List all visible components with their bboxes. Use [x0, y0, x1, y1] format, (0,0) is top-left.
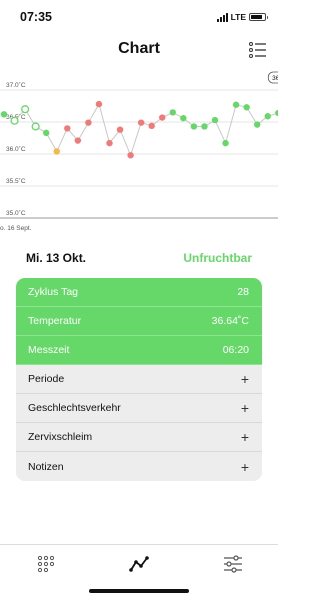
info-label: Zyklus Tag: [28, 286, 78, 298]
data-point: [180, 114, 187, 122]
data-point: [43, 129, 50, 137]
selected-day-summary: Mi. 13 Okt. Unfruchtbar: [26, 251, 252, 265]
info-row-measure-time: Messzeit 06:20: [16, 336, 262, 365]
data-point: [169, 109, 176, 116]
entry-label: Periode: [28, 373, 65, 385]
network-label: LTE: [230, 12, 246, 22]
selected-date: Mi. 13 Okt.: [26, 251, 87, 265]
data-point: [148, 122, 155, 130]
data-point: [275, 109, 278, 117]
add-icon[interactable]: +: [241, 372, 249, 386]
day-details-card: Zyklus Tag 28 Temperatur 36.64˚C Messzei…: [16, 278, 262, 481]
data-point: [74, 137, 82, 144]
y-tick-label: 35.5˚C: [6, 177, 26, 185]
battery-icon: [249, 12, 268, 22]
data-point: [10, 116, 19, 125]
sliders-icon: [224, 555, 242, 573]
entry-label: Geschlechtsverkehr: [28, 402, 121, 414]
data-point: [64, 125, 71, 132]
entry-row-cervical-mucus[interactable]: Zervixschleim +: [16, 423, 262, 452]
data-point: [222, 139, 229, 147]
data-point: [106, 139, 113, 147]
data-point: [85, 119, 92, 126]
data-point: [211, 116, 219, 124]
temperature-chart[interactable]: 37.0˚C36.5˚C36.0˚C35.5˚C35.0˚Co. 16 Sept…: [0, 68, 278, 238]
data-point: [0, 111, 8, 118]
list-icon: [249, 42, 266, 58]
data-point: [201, 123, 208, 130]
data-point: [190, 123, 198, 130]
data-point: [21, 105, 30, 114]
status-time: 07:35: [20, 10, 52, 24]
entry-row-notes[interactable]: Notizen +: [16, 452, 262, 481]
tab-overview[interactable]: [35, 553, 57, 575]
info-row-temperature: Temperatur 36.64˚C: [16, 307, 262, 336]
status-bar: 07:35 LTE: [0, 0, 278, 34]
signal-icon: [216, 12, 228, 22]
chart-svg[interactable]: 37.0˚C36.5˚C36.0˚C35.5˚C35.0˚Co. 16 Sept…: [0, 68, 278, 238]
data-point: [159, 114, 166, 121]
data-point: [53, 148, 60, 155]
fertility-status: Unfruchtbar: [183, 251, 252, 265]
add-icon[interactable]: +: [241, 430, 249, 444]
selected-value-label: 36.64˚: [272, 74, 278, 82]
y-tick-label: 36.0˚C: [6, 145, 26, 153]
data-point: [254, 121, 261, 128]
chart-line-icon: [129, 556, 149, 572]
entry-row-periode[interactable]: Periode +: [16, 365, 262, 394]
entry-row-intercourse[interactable]: Geschlechtsverkehr +: [16, 394, 262, 423]
info-value: 28: [237, 286, 249, 298]
data-point: [232, 101, 240, 108]
home-indicator: [89, 589, 189, 593]
dots-grid-icon: [37, 555, 55, 573]
x-tick-label: o. 16 Sept.: [0, 225, 32, 232]
data-point: [137, 119, 145, 126]
data-point: [116, 126, 124, 133]
list-menu-button[interactable]: [248, 40, 268, 60]
status-indicators: LTE: [216, 12, 268, 22]
info-label: Temperatur: [28, 315, 82, 327]
entry-label: Notizen: [28, 460, 64, 473]
add-icon[interactable]: +: [241, 460, 249, 474]
data-point: [264, 113, 271, 120]
info-value: 06:20: [222, 344, 249, 356]
info-value: 36.64˚C: [211, 315, 249, 327]
info-row-cycle-day: Zyklus Tag 28: [16, 278, 262, 307]
info-label: Messzeit: [28, 344, 70, 356]
data-point: [31, 122, 40, 131]
page-title: Chart: [118, 40, 160, 57]
entry-label: Zervixschleim: [28, 431, 93, 443]
temperature-series-line: [3, 102, 278, 157]
y-tick-label: 35.0˚C: [6, 209, 26, 217]
data-point: [95, 100, 103, 108]
data-point: [127, 152, 134, 159]
tab-bar: [0, 544, 278, 600]
data-point: [243, 104, 250, 111]
tab-chart[interactable]: [128, 553, 150, 575]
tab-settings[interactable]: [222, 553, 244, 575]
add-icon[interactable]: +: [241, 401, 249, 415]
y-tick-label: 37.0˚C: [6, 81, 26, 89]
